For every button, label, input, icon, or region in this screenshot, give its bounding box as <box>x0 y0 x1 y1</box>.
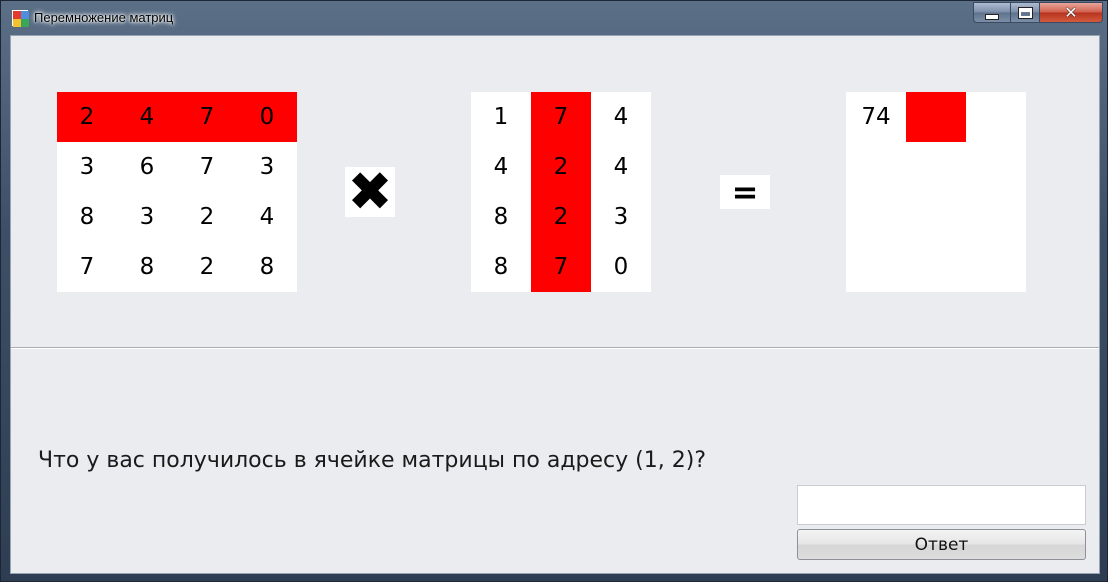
matrix-b-cell: 0 <box>613 254 629 280</box>
matrix-b-cell: 8 <box>493 204 509 230</box>
matrix-b-cell: 2 <box>531 192 591 242</box>
matrix-a-cell: 6 <box>139 154 155 180</box>
window-title: Перемножение матриц <box>34 10 174 25</box>
matrix-a-cell: 3 <box>139 204 155 230</box>
matrix-a-cell: 4 <box>259 204 275 230</box>
matrix-a-cell: 2 <box>199 204 215 230</box>
matrix-a-cell: 7 <box>199 154 215 180</box>
maximize-icon <box>1017 6 1033 19</box>
multiply-icon: ✖ <box>347 160 393 223</box>
minimize-button[interactable] <box>973 2 1011 23</box>
matrix-b-cell: 2 <box>531 142 591 192</box>
app-window: Перемножение матриц ✕ 2470367383247828 ✖… <box>0 0 1108 582</box>
equals-icon: = <box>731 173 759 211</box>
matrix-b-cell: 4 <box>493 154 509 180</box>
matrix-result: 74 <box>846 92 1026 292</box>
matrix-b: 174424823870 <box>471 92 651 292</box>
matrix-b-cell: 1 <box>493 104 509 130</box>
matrix-b-cell: 4 <box>613 154 629 180</box>
matrix-a-cell: 2 <box>57 92 117 142</box>
equals-operator: = <box>720 175 770 209</box>
matrix-b-cell: 3 <box>613 204 629 230</box>
minimize-icon <box>985 13 999 20</box>
question-label: Что у вас получилось в ячейке матрицы по… <box>38 448 706 473</box>
section-divider <box>11 347 1099 349</box>
app-icon <box>12 10 29 27</box>
maximize-button[interactable] <box>1010 2 1040 23</box>
answer-button[interactable]: Ответ <box>797 529 1086 560</box>
matrix-a-cell: 3 <box>79 154 95 180</box>
matrix-b-cell: 7 <box>531 92 591 142</box>
close-icon: ✕ <box>1064 2 1078 22</box>
matrix-a-cell: 7 <box>79 254 95 280</box>
close-button[interactable]: ✕ <box>1039 2 1103 23</box>
multiply-operator: ✖ <box>345 160 395 223</box>
matrix-a: 2470367383247828 <box>57 92 297 292</box>
matrix-a-cell: 2 <box>199 254 215 280</box>
matrix-a-cell: 7 <box>177 92 237 142</box>
matrix-b-cell: 4 <box>613 104 629 130</box>
matrix-a-cell: 4 <box>117 92 177 142</box>
matrix-a-cell: 3 <box>259 154 275 180</box>
matrix-b-cell: 7 <box>531 242 591 292</box>
matrix-a-cell: 8 <box>139 254 155 280</box>
matrix-b-cell: 8 <box>493 254 509 280</box>
matrix-a-cell: 8 <box>79 204 95 230</box>
answer-input[interactable] <box>797 485 1086 525</box>
matrix-result-cell: 74 <box>861 104 891 130</box>
matrix-a-cell: 8 <box>259 254 275 280</box>
client-area: 2470367383247828 ✖ 174424823870 = 74 Что… <box>10 35 1100 574</box>
matrix-result-cell <box>906 92 966 142</box>
title-bar[interactable]: Перемножение матриц ✕ <box>1 1 1107 35</box>
matrix-a-cell: 0 <box>237 92 297 142</box>
